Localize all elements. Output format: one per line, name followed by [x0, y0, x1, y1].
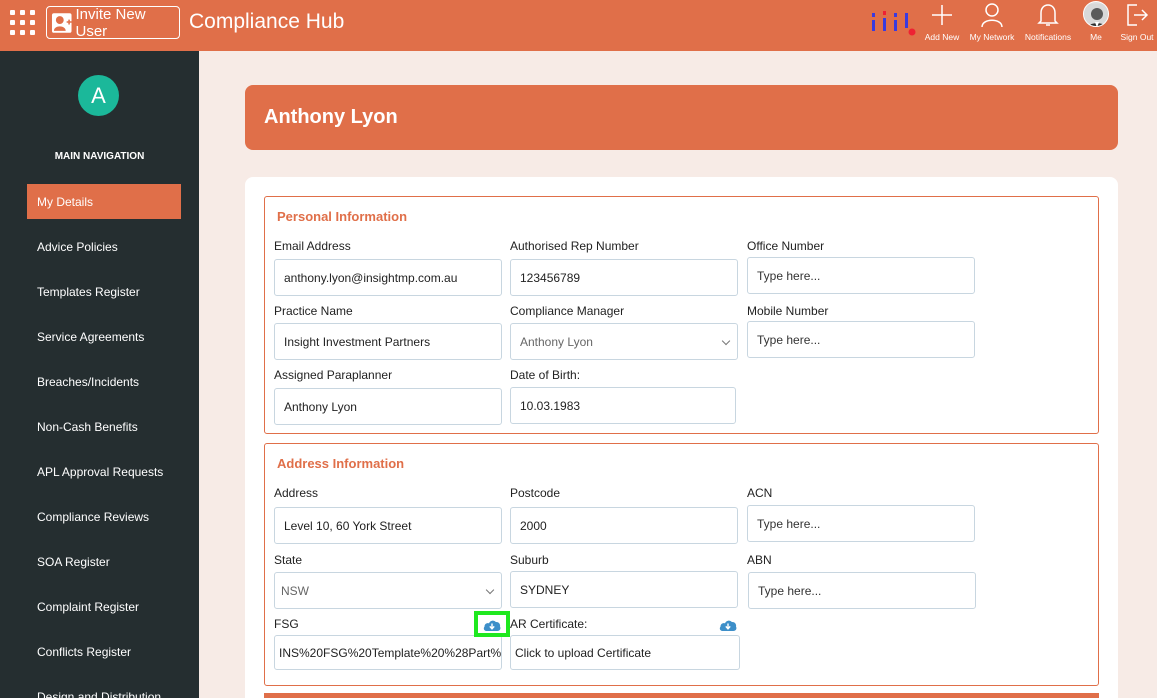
sign-out-label: Sign Out: [1120, 32, 1154, 42]
fsg-label: FSG: [274, 617, 299, 631]
state-label: State: [274, 553, 303, 567]
apps-grid-icon[interactable]: [8, 8, 38, 38]
me-button[interactable]: Me: [1081, 0, 1111, 51]
paraplanner-label: Assigned Paraplanner: [274, 368, 393, 382]
sidebar-item-advice-policies[interactable]: Advice Policies: [27, 229, 181, 264]
ar-certificate-label: AR Certificate:: [510, 617, 588, 631]
sidebar-item-service-agreements[interactable]: Service Agreements: [27, 319, 181, 354]
dob-field[interactable]: 10.03.1983: [510, 387, 736, 424]
office-number-label: Office Number: [747, 239, 825, 253]
cloud-upload-icon[interactable]: [719, 618, 737, 632]
compliance-manager-select[interactable]: Anthony Lyon: [510, 323, 738, 360]
suburb-field[interactable]: SYDNEY: [510, 571, 738, 608]
sidebar-item-my-details[interactable]: My Details: [27, 184, 181, 219]
compliance-manager-value: Anthony Lyon: [520, 334, 593, 349]
sidebar-item-complaint-register[interactable]: Complaint Register: [27, 589, 181, 624]
my-network-label: My Network: [969, 32, 1015, 42]
state-value: NSW: [281, 583, 309, 598]
sidebar-item-soa-register[interactable]: SOA Register: [27, 544, 181, 579]
fsg-file-field[interactable]: INS%20FSG%20Template%20%28Part%201: [274, 635, 502, 670]
sidebar-item-breaches-incidents[interactable]: Breaches/Incidents: [27, 364, 181, 399]
address-field[interactable]: Level 10, 60 York Street: [274, 507, 502, 544]
plus-icon: [932, 5, 952, 25]
invite-new-user-button[interactable]: Invite New User: [46, 5, 180, 40]
mobile-number-field[interactable]: Type here...: [747, 321, 975, 358]
me-label: Me: [1090, 32, 1102, 42]
sidebar: A MAIN NAVIGATION My Details Advice Poli…: [0, 51, 199, 698]
address-label: Address: [274, 486, 319, 500]
paraplanner-field[interactable]: Anthony Lyon: [274, 388, 502, 425]
email-label: Email Address: [274, 239, 351, 253]
personal-information-title: Personal Information: [277, 209, 408, 224]
acn-label: ACN: [747, 486, 773, 500]
sidebar-item-non-cash-benefits[interactable]: Non-Cash Benefits: [27, 409, 181, 444]
address-information-title: Address Information: [277, 456, 405, 471]
avatar: [1083, 1, 1109, 27]
practice-name-label: Practice Name: [274, 304, 353, 318]
add-new-label: Add New: [924, 32, 960, 42]
add-new-button[interactable]: Add New: [924, 0, 960, 51]
email-field[interactable]: anthony.lyon@insightmp.com.au: [274, 259, 502, 296]
nav-heading: MAIN NAVIGATION: [54, 151, 145, 162]
highlight-box: [474, 611, 510, 637]
acn-field[interactable]: Type here...: [747, 505, 975, 542]
suburb-label: Suburb: [510, 553, 549, 567]
top-bar: Invite New User Compliance Hub Add New M…: [0, 0, 1157, 51]
notifications-label: Notifications: [1024, 32, 1072, 42]
user-avatar-circle[interactable]: A: [78, 75, 119, 116]
mobile-number-label: Mobile Number: [747, 304, 829, 318]
bell-icon: [1037, 4, 1059, 26]
sidebar-item-compliance-reviews[interactable]: Compliance Reviews: [27, 499, 181, 534]
state-select[interactable]: NSW: [274, 572, 502, 609]
office-number-field[interactable]: Type here...: [747, 257, 975, 294]
page-title: Anthony Lyon: [245, 85, 1118, 150]
abn-label: ABN: [747, 553, 772, 567]
sign-out-icon: [1127, 4, 1149, 26]
chevron-down-icon: [485, 585, 495, 595]
app-title: Compliance Hub: [189, 10, 345, 33]
sign-out-button[interactable]: Sign Out: [1120, 0, 1154, 51]
my-network-button[interactable]: My Network: [968, 0, 1016, 51]
brand-logo: [872, 11, 916, 36]
sidebar-item-templates-register[interactable]: Templates Register: [27, 274, 181, 309]
sidebar-item-conflicts-register[interactable]: Conflicts Register: [27, 634, 181, 669]
postcode-label: Postcode: [510, 486, 561, 500]
next-section-border: [264, 693, 1099, 698]
dob-label: Date of Birth:: [510, 368, 581, 382]
add-user-icon: [51, 12, 72, 33]
chevron-down-icon: [721, 336, 731, 346]
ar-number-label: Authorised Rep Number: [510, 239, 639, 253]
user-icon: [981, 3, 1003, 28]
sidebar-item-design-and-distribution[interactable]: Design and Distribution: [27, 679, 181, 698]
sidebar-item-apl-approval-requests[interactable]: APL Approval Requests: [27, 454, 181, 489]
notifications-button[interactable]: Notifications: [1024, 0, 1072, 51]
invite-button-label: Invite New User: [75, 5, 146, 40]
ar-certificate-upload-field[interactable]: Click to upload Certificate: [510, 635, 740, 670]
postcode-field[interactable]: 2000: [510, 507, 738, 544]
compliance-manager-label: Compliance Manager: [510, 304, 625, 318]
practice-name-field[interactable]: Insight Investment Partners: [274, 323, 502, 360]
ar-number-field[interactable]: 123456789: [510, 259, 738, 296]
abn-field[interactable]: Type here...: [748, 572, 976, 609]
